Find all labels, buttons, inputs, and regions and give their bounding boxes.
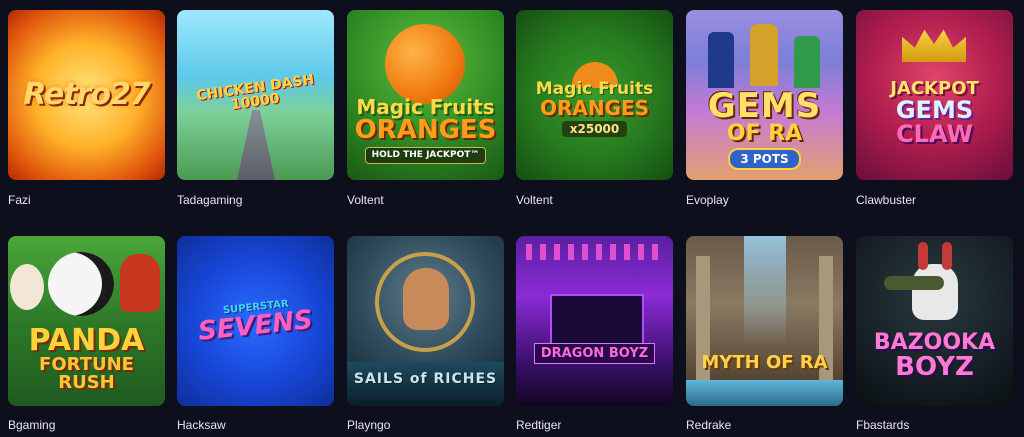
game-title-art: DRAGON BOYZ [533,343,656,364]
game-card[interactable]: JACKPOT GEMS CLAW Clawbuster [856,10,1013,207]
game-title-art: BOYZ [895,352,974,382]
provider-name: Bgaming [8,418,56,432]
game-card[interactable]: GEMS OF RA 3 POTS Evoplay [686,10,843,207]
game-thumbnail[interactable]: Magic Fruits ORANGES x25000 [516,10,673,180]
game-card[interactable]: PANDA FORTUNE RUSH Bgaming [8,236,165,432]
provider-name: Voltent [347,193,384,207]
game-title-art: Retro27 [23,77,150,112]
game-card[interactable]: Magic Fruits ORANGES x25000 Voltent [516,10,673,207]
game-title-art: PANDA [28,323,145,358]
game-thumbnail[interactable]: GEMS OF RA 3 POTS [686,10,843,180]
game-title-art: x25000 [561,121,628,137]
provider-name: Fbastards [856,418,910,432]
game-grid: Retro27 Fazi CHICKEN DASH 10000 Tadagami… [0,0,1024,437]
provider-name: Voltent [516,193,553,207]
game-card[interactable]: MYTH OF RA Redrake [686,236,843,432]
game-title-art: ORANGES [539,96,650,120]
provider-name: Tadagaming [177,193,243,207]
provider-name: Playngo [347,418,391,432]
game-title-art: GEMS [895,96,974,124]
game-card[interactable]: BAZOOKA BOYZ Fbastards [856,236,1013,432]
game-title-art: OF RA [726,121,803,146]
game-title-art: ORANGES [354,115,497,145]
game-thumbnail[interactable]: PANDA FORTUNE RUSH [8,236,165,406]
game-thumbnail[interactable]: Retro27 [8,10,165,180]
game-thumbnail[interactable]: BAZOOKA BOYZ [856,236,1013,406]
provider-name: Redtiger [516,418,562,432]
game-thumbnail[interactable]: DRAGON BOYZ [516,236,673,406]
provider-name: Fazi [8,193,31,207]
game-title-art: MYTH OF RA [701,352,828,373]
game-card[interactable]: SUPERSTAR SEVENS Hacksaw [177,236,334,432]
game-thumbnail[interactable]: SAILS of RICHES [347,236,504,406]
game-title-art: HOLD THE JACKPOT™ [364,147,487,164]
game-card[interactable]: DRAGON BOYZ Redtiger [516,236,673,432]
game-title-art: SEVENS [196,305,315,347]
provider-name: Hacksaw [177,418,226,432]
game-title-art: GEMS [707,86,822,126]
provider-name: Redrake [686,418,732,432]
game-title-art: 3 POTS [728,148,801,170]
game-thumbnail[interactable]: MYTH OF RA [686,236,843,406]
game-card[interactable]: Retro27 Fazi [8,10,165,207]
game-card[interactable]: SAILS of RICHES Playngo [347,236,504,432]
game-title-art: BAZOOKA [873,330,996,355]
provider-name: Evoplay [686,193,729,207]
game-thumbnail[interactable]: JACKPOT GEMS CLAW [856,10,1013,180]
provider-name: Clawbuster [856,193,917,207]
game-title-art: CLAW [896,120,973,148]
game-card[interactable]: Magic Fruits ORANGES HOLD THE JACKPOT™ V… [347,10,504,207]
game-title-art: Magic Fruits [356,95,495,119]
game-thumbnail[interactable]: SUPERSTAR SEVENS [177,236,334,406]
game-title-art: SAILS of RICHES [353,371,498,387]
game-thumbnail[interactable]: CHICKEN DASH 10000 [177,10,334,180]
game-title-art: FORTUNE RUSH [39,354,134,393]
game-card[interactable]: CHICKEN DASH 10000 Tadagaming [177,10,334,207]
game-thumbnail[interactable]: Magic Fruits ORANGES HOLD THE JACKPOT™ [347,10,504,180]
